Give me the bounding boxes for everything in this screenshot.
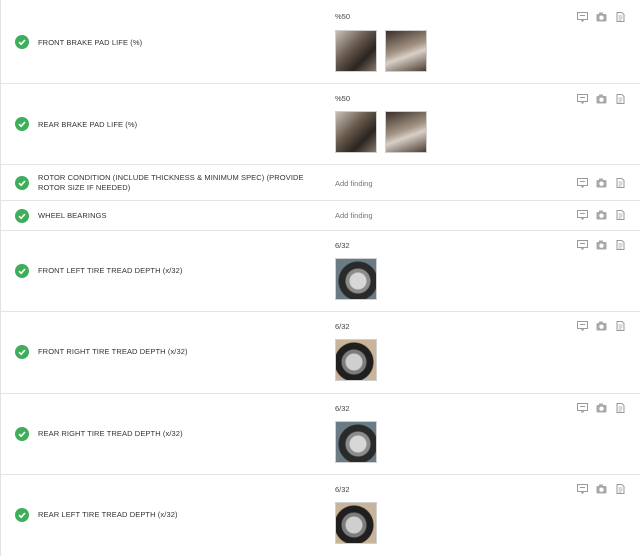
photo-strip	[335, 30, 427, 72]
check-circle-icon	[15, 264, 29, 278]
brake-pad-photo[interactable]	[385, 30, 427, 72]
check-circle-icon	[15, 427, 29, 441]
item-label: ROTOR CONDITION (INCLUDE THICKNESS & MIN…	[38, 173, 304, 192]
camera-icon[interactable]	[596, 321, 607, 331]
row-actions	[577, 12, 626, 22]
row-actions	[577, 403, 626, 413]
finding-value[interactable]: %50	[335, 12, 350, 21]
check-circle-icon	[15, 209, 29, 223]
camera-icon[interactable]	[596, 210, 607, 220]
item-label: REAR BRAKE PAD LIFE (%)	[38, 120, 138, 129]
photo-strip	[335, 421, 377, 463]
note-icon[interactable]	[615, 210, 626, 220]
item-label: FRONT BRAKE PAD LIFE (%)	[38, 38, 143, 47]
note-icon[interactable]	[615, 321, 626, 331]
comment-icon[interactable]	[577, 178, 588, 188]
finding-value[interactable]: 6/32	[335, 322, 350, 331]
inspection-row: REAR BRAKE PAD LIFE (%) %50	[1, 84, 640, 165]
camera-icon[interactable]	[596, 94, 607, 104]
tire-photo[interactable]	[335, 339, 377, 381]
inspection-row: WHEEL BEARINGS Add finding	[1, 201, 640, 231]
comment-icon[interactable]	[577, 240, 588, 250]
finding-value[interactable]: %50	[335, 94, 350, 103]
note-icon[interactable]	[615, 403, 626, 413]
tire-photo[interactable]	[335, 258, 377, 300]
check-circle-icon	[15, 117, 29, 131]
tire-photo[interactable]	[335, 421, 377, 463]
inspection-row: FRONT LEFT TIRE TREAD DEPTH (x/32) 6/32	[1, 231, 640, 312]
comment-icon[interactable]	[577, 210, 588, 220]
note-icon[interactable]	[615, 240, 626, 250]
inspection-row: FRONT RIGHT TIRE TREAD DEPTH (x/32) 6/32	[1, 312, 640, 394]
finding-value[interactable]: 6/32	[335, 241, 350, 250]
photo-strip	[335, 339, 377, 381]
row-actions	[577, 94, 626, 104]
inspection-list: FRONT BRAKE PAD LIFE (%) %50 REAR BRAKE …	[0, 0, 640, 556]
finding-value[interactable]: 6/32	[335, 404, 350, 413]
item-label: REAR LEFT TIRE TREAD DEPTH (x/32)	[38, 510, 178, 519]
row-actions	[577, 321, 626, 331]
camera-icon[interactable]	[596, 178, 607, 188]
note-icon[interactable]	[615, 484, 626, 494]
photo-strip	[335, 502, 377, 544]
comment-icon[interactable]	[577, 12, 588, 22]
add-finding-link[interactable]: Add finding	[335, 211, 373, 220]
row-actions	[577, 178, 626, 188]
add-finding-link[interactable]: Add finding	[335, 179, 373, 188]
inspection-row: ROTOR CONDITION (INCLUDE THICKNESS & MIN…	[1, 165, 640, 201]
camera-icon[interactable]	[596, 12, 607, 22]
note-icon[interactable]	[615, 12, 626, 22]
item-label: FRONT LEFT TIRE TREAD DEPTH (x/32)	[38, 266, 183, 275]
item-label: REAR RIGHT TIRE TREAD DEPTH (x/32)	[38, 429, 183, 438]
brake-pad-photo[interactable]	[385, 111, 427, 153]
comment-icon[interactable]	[577, 403, 588, 413]
check-circle-icon	[15, 176, 29, 190]
photo-strip	[335, 258, 377, 300]
row-actions	[577, 484, 626, 494]
item-label: FRONT RIGHT TIRE TREAD DEPTH (x/32)	[38, 347, 188, 356]
finding-value[interactable]: 6/32	[335, 485, 350, 494]
inspection-row: REAR RIGHT TIRE TREAD DEPTH (x/32) 6/32	[1, 394, 640, 475]
comment-icon[interactable]	[577, 484, 588, 494]
check-circle-icon	[15, 508, 29, 522]
row-actions	[577, 240, 626, 250]
comment-icon[interactable]	[577, 94, 588, 104]
camera-icon[interactable]	[596, 484, 607, 494]
check-circle-icon	[15, 345, 29, 359]
item-label: WHEEL BEARINGS	[38, 211, 107, 220]
camera-icon[interactable]	[596, 240, 607, 250]
camera-icon[interactable]	[596, 403, 607, 413]
inspection-row: REAR LEFT TIRE TREAD DEPTH (x/32) 6/32	[1, 475, 640, 556]
tire-photo[interactable]	[335, 502, 377, 544]
check-circle-icon	[15, 35, 29, 49]
brake-pad-photo[interactable]	[335, 111, 377, 153]
photo-strip	[335, 111, 427, 153]
row-actions	[577, 210, 626, 220]
brake-pad-photo[interactable]	[335, 30, 377, 72]
inspection-row: FRONT BRAKE PAD LIFE (%) %50	[1, 0, 640, 84]
note-icon[interactable]	[615, 94, 626, 104]
note-icon[interactable]	[615, 178, 626, 188]
comment-icon[interactable]	[577, 321, 588, 331]
